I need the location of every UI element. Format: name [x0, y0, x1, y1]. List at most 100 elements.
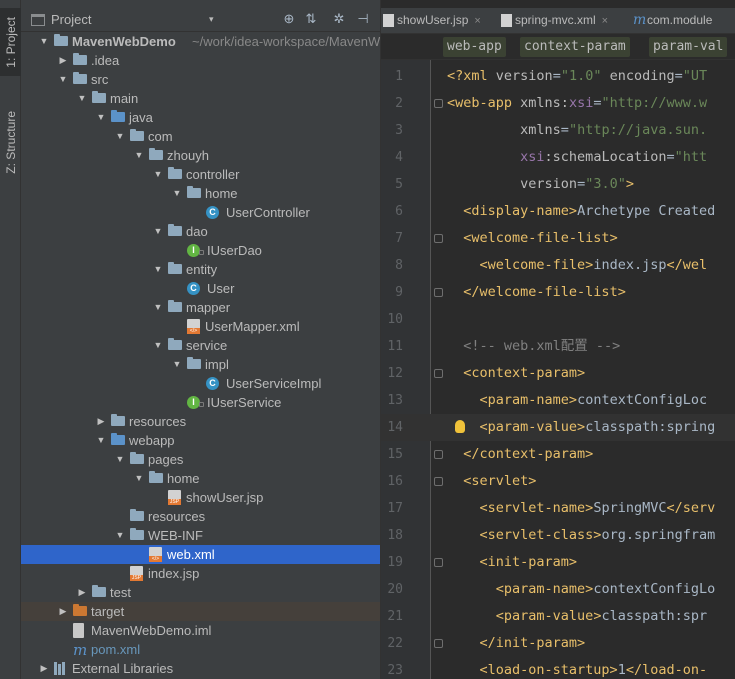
fold-marker-icon[interactable]: [434, 450, 443, 459]
fold-marker-icon[interactable]: [434, 369, 443, 378]
code-line[interactable]: 4 xsi:schemaLocation="htt: [381, 144, 735, 171]
code-line[interactable]: 17 <servlet-name>SpringMVC</serv: [381, 495, 735, 522]
hide-panel-icon[interactable]: ⊣: [355, 11, 371, 27]
expand-arrow-icon[interactable]: ▼: [153, 260, 163, 279]
expand-arrow-icon[interactable]: ▼: [134, 469, 144, 488]
code-line[interactable]: 5 version="3.0">: [381, 171, 735, 198]
tree-node[interactable]: ▼ controller: [21, 165, 380, 184]
tab-structure-toolwindow[interactable]: Z: Structure: [0, 100, 21, 184]
tree-node[interactable]: ▼ WEB-INF: [21, 526, 380, 545]
tree-node[interactable]: ▼ MavenWebDemo ~/work/idea-workspace/Maven…: [21, 32, 380, 51]
tree-node[interactable]: C UserController: [21, 203, 380, 222]
tree-node[interactable]: ▼ service: [21, 336, 380, 355]
code-line[interactable]: 18 <servlet-class>org.springfram: [381, 522, 735, 549]
code-line[interactable]: 22 </init-param>: [381, 630, 735, 657]
tree-node[interactable]: web.xml: [21, 545, 380, 564]
code-line[interactable]: 16 <servlet>: [381, 468, 735, 495]
expand-arrow-icon[interactable]: ▼: [115, 526, 125, 545]
tree-node[interactable]: ▼ webapp: [21, 431, 380, 450]
collapse-arrow-icon[interactable]: ▶: [58, 51, 68, 70]
code-line[interactable]: 7 <welcome-file-list>: [381, 225, 735, 252]
collapse-arrow-icon[interactable]: ▶: [39, 659, 49, 678]
tab-spring-mvc-xml[interactable]: spring-mvc.xml ×: [499, 8, 627, 33]
code-line[interactable]: 9 </welcome-file-list>: [381, 279, 735, 306]
fold-marker-icon[interactable]: [434, 234, 443, 243]
tree-node[interactable]: ▼ mapper: [21, 298, 380, 317]
code-line[interactable]: 6 <display-name>Archetype Created: [381, 198, 735, 225]
code-line[interactable]: 15 </context-param>: [381, 441, 735, 468]
code-line[interactable]: 2 <web-app xmlns:xsi="http://www.w: [381, 90, 735, 117]
tree-node[interactable]: ▼ impl: [21, 355, 380, 374]
settings-gear-icon[interactable]: ✲: [331, 11, 347, 27]
collapse-all-icon[interactable]: ⇅: [303, 11, 319, 27]
close-tab-icon[interactable]: ×: [474, 15, 480, 27]
expand-arrow-icon[interactable]: ▼: [153, 298, 163, 317]
code-line[interactable]: 3 xmlns="http://java.sun.: [381, 117, 735, 144]
fold-marker-icon[interactable]: [434, 477, 443, 486]
fold-marker-icon[interactable]: [434, 558, 443, 567]
code-line[interactable]: 14 <param-value>classpath:spring: [381, 414, 735, 441]
tree-node[interactable]: ▼ home: [21, 469, 380, 488]
tree-node[interactable]: MavenWebDemo.iml: [21, 621, 380, 640]
fold-marker-icon[interactable]: [434, 99, 443, 108]
collapse-arrow-icon[interactable]: ▶: [96, 412, 106, 431]
code-editor[interactable]: 1 <?xml version="1.0" encoding="UT 2 <web-a…: [381, 60, 735, 679]
tab-showuser-jsp[interactable]: showUser.jsp ×: [381, 8, 493, 33]
fold-marker-icon[interactable]: [434, 288, 443, 297]
expand-arrow-icon[interactable]: ▼: [153, 165, 163, 184]
locate-icon[interactable]: ⊕: [281, 11, 297, 27]
tree-node[interactable]: ▼ src: [21, 70, 380, 89]
breadcrumb-item[interactable]: param-val: [649, 37, 728, 57]
tree-node[interactable]: ▼ main: [21, 89, 380, 108]
tab-com-module[interactable]: m com.module: [631, 8, 735, 33]
code-line[interactable]: 13 <param-name>contextConfigLoc: [381, 387, 735, 414]
code-line[interactable]: 21 <param-value>classpath:spr: [381, 603, 735, 630]
tree-node[interactable]: index.jsp: [21, 564, 380, 583]
code-line[interactable]: 19 <init-param>: [381, 549, 735, 576]
tree-node[interactable]: ▼ pages: [21, 450, 380, 469]
tree-node[interactable]: ▼ dao: [21, 222, 380, 241]
tree-node[interactable]: UserMapper.xml: [21, 317, 380, 336]
expand-arrow-icon[interactable]: ▼: [172, 184, 182, 203]
tree-node[interactable]: ▼ zhouyh: [21, 146, 380, 165]
fold-marker-icon[interactable]: [434, 639, 443, 648]
tree-node[interactable]: ▼ java: [21, 108, 380, 127]
tree-node[interactable]: ▶ External Libraries: [21, 659, 380, 678]
expand-arrow-icon[interactable]: ▼: [134, 146, 144, 165]
tree-node[interactable]: C UserServiceImpl: [21, 374, 380, 393]
tree-node[interactable]: C User: [21, 279, 380, 298]
tab-project-toolwindow[interactable]: 1: Project: [0, 8, 21, 76]
breadcrumb-item[interactable]: web-app: [443, 37, 506, 57]
tree-node[interactable]: ▼ entity: [21, 260, 380, 279]
expand-arrow-icon[interactable]: ▼: [115, 450, 125, 469]
tree-node[interactable]: ▶ test: [21, 583, 380, 602]
expand-arrow-icon[interactable]: ▼: [77, 89, 87, 108]
tree-node[interactable]: ▶ resources: [21, 412, 380, 431]
code-line[interactable]: 1 <?xml version="1.0" encoding="UT: [381, 63, 735, 90]
tree-node[interactable]: ▼ com: [21, 127, 380, 146]
breadcrumb-item[interactable]: context-param: [520, 37, 630, 57]
tree-node[interactable]: ▶ .idea: [21, 51, 380, 70]
expand-arrow-icon[interactable]: ▼: [153, 222, 163, 241]
view-selector-dropdown[interactable]: ▾: [209, 14, 214, 25]
expand-arrow-icon[interactable]: ▼: [115, 127, 125, 146]
close-tab-icon[interactable]: ×: [602, 15, 608, 27]
expand-arrow-icon[interactable]: ▼: [96, 431, 106, 450]
tree-node[interactable]: I IUserService: [21, 393, 380, 412]
expand-arrow-icon[interactable]: ▼: [172, 355, 182, 374]
code-line[interactable]: 12 <context-param>: [381, 360, 735, 387]
code-line[interactable]: 11 <!-- web.xml配置 -->: [381, 333, 735, 360]
code-line[interactable]: 20 <param-name>contextConfigLo: [381, 576, 735, 603]
code-line[interactable]: 8 <welcome-file>index.jsp</wel: [381, 252, 735, 279]
expand-arrow-icon[interactable]: ▼: [96, 108, 106, 127]
code-line[interactable]: 23 <load-on-startup>1</load-on-: [381, 657, 735, 679]
tree-node[interactable]: resources: [21, 507, 380, 526]
collapse-arrow-icon[interactable]: ▶: [77, 583, 87, 602]
collapse-arrow-icon[interactable]: ▶: [58, 602, 68, 621]
tree-node[interactable]: ▼ home: [21, 184, 380, 203]
expand-arrow-icon[interactable]: ▼: [39, 32, 49, 51]
expand-arrow-icon[interactable]: ▼: [58, 70, 68, 89]
tree-node[interactable]: ▶ target: [21, 602, 380, 621]
tree-node[interactable]: m pom.xml: [21, 640, 380, 659]
code-line[interactable]: 10: [381, 306, 735, 333]
